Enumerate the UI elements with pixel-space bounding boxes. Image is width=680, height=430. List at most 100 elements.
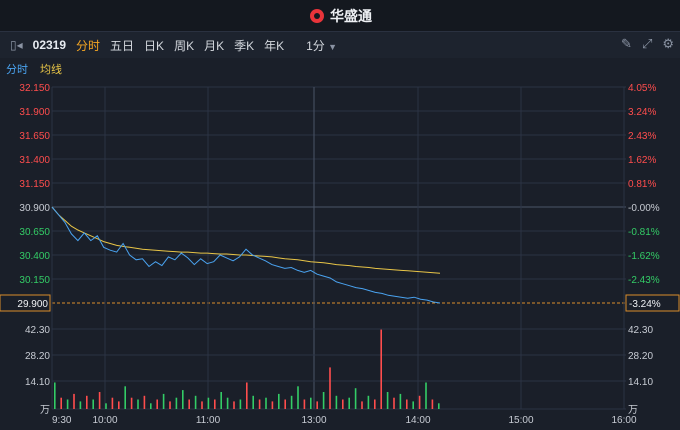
volume-bar — [380, 329, 382, 409]
volume-bar — [239, 399, 242, 409]
volume-tick-right: 万 — [628, 405, 638, 416]
volume-bar — [425, 382, 427, 409]
volume-bar — [150, 403, 152, 409]
tab-intraday[interactable]: 分时 — [76, 37, 100, 54]
volume-bar — [226, 397, 229, 409]
volume-bar — [143, 395, 146, 409]
volume-bars — [54, 329, 440, 409]
volume-bar — [220, 392, 222, 409]
volume-bar — [124, 386, 126, 409]
time-tick: 15:00 — [508, 415, 533, 426]
volume-bar — [367, 395, 370, 409]
volume-bar — [188, 399, 190, 409]
toolbar-actions: ✎ ⤢ ⚙ — [621, 36, 674, 52]
volume-bar — [418, 395, 421, 409]
volume-bar — [60, 397, 62, 409]
pen-icon[interactable]: ✎ — [621, 36, 632, 52]
tab-weekly-k[interactable]: 周K — [174, 37, 194, 54]
legend-bar: 分时 均线 — [0, 59, 680, 79]
tab-quarterly-k[interactable]: 季K — [234, 37, 254, 54]
pct-tick: -0.81% — [628, 227, 660, 238]
volume-bar — [54, 382, 56, 409]
volume-bar — [438, 403, 440, 409]
volume-bar — [348, 397, 350, 409]
volume-bar — [322, 392, 325, 409]
price-tick: 30.900 — [19, 203, 50, 214]
volume-bar — [290, 395, 293, 409]
price-tick: 31.400 — [19, 155, 50, 166]
time-tick: 10:00 — [92, 415, 117, 426]
volume-bar — [86, 395, 88, 409]
volume-bar — [271, 401, 274, 409]
volume-bar — [252, 395, 254, 409]
volume-bar — [79, 401, 82, 409]
volume-bar — [137, 399, 139, 409]
settings-icon[interactable]: ⚙ — [662, 36, 674, 52]
pct-tick: -1.62% — [628, 251, 660, 262]
time-tick: 16:00 — [611, 415, 636, 426]
interval-select[interactable]: 1分 ▼ — [306, 37, 337, 54]
interval-value: 1分 — [306, 38, 325, 53]
brand-logo-icon — [310, 8, 324, 23]
volume-bar — [162, 393, 165, 409]
time-tick: 9:30 — [52, 415, 72, 426]
volume-bar — [233, 401, 235, 409]
volume-bar — [284, 399, 286, 409]
price-tick: 30.650 — [19, 227, 50, 238]
current-pct-label: -3.24% — [629, 299, 661, 310]
volume-tick-right: 28.20 — [628, 351, 653, 362]
volume-bar — [98, 392, 101, 409]
time-tick: 13:00 — [301, 415, 326, 426]
tab-daily-k[interactable]: 日K — [144, 37, 164, 54]
volume-bar — [310, 397, 312, 409]
volume-bar — [399, 393, 402, 409]
volume-bar — [342, 399, 344, 409]
volume-bar — [66, 399, 69, 409]
volume-bar — [207, 397, 210, 409]
volume-tick-left: 42.30 — [25, 325, 50, 336]
volume-bar — [118, 401, 120, 409]
volume-bar — [354, 388, 357, 409]
chart-grid — [51, 86, 626, 410]
price-tick: 32.150 — [19, 83, 50, 94]
pct-tick: 0.81% — [628, 179, 656, 190]
legend-price-line[interactable]: 分时 — [6, 61, 28, 77]
pct-tick: -2.43% — [628, 275, 660, 286]
volume-bar — [182, 390, 184, 409]
price-tick: 31.650 — [19, 131, 50, 142]
intraday-chart: 32.150 4.05% 31.900 3.24% 31.650 2.43% 31.400 1… — [0, 83, 680, 426]
average-line — [51, 206, 441, 274]
volume-bar — [374, 399, 376, 409]
pct-tick: 2.43% — [628, 131, 656, 142]
pct-tick: 1.62% — [628, 155, 656, 166]
price-tick: 30.400 — [19, 251, 50, 262]
volume-bar — [246, 382, 248, 409]
volume-bar — [329, 367, 331, 409]
volume-bar — [92, 399, 94, 409]
volume-tick-right: 14.10 — [628, 377, 653, 388]
volume-bar — [156, 399, 158, 409]
collapse-icon[interactable]: ▯◂ — [10, 38, 23, 52]
legend-average-line[interactable]: 均线 — [40, 61, 62, 77]
pct-tick: 4.05% — [628, 83, 656, 94]
expand-icon[interactable]: ⤢ — [642, 36, 652, 52]
brand-name: 华盛通 — [330, 7, 372, 24]
volume-bar — [412, 401, 414, 409]
tab-monthly-k[interactable]: 月K — [204, 37, 224, 54]
time-tick: 11:00 — [196, 415, 221, 426]
volume-bar — [73, 393, 75, 409]
app-header: 华盛通 — [0, 0, 680, 32]
volume-bar — [406, 399, 408, 409]
chevron-down-icon: ▼ — [328, 41, 338, 52]
volume-bar — [169, 401, 171, 409]
stock-symbol: 02319 — [32, 38, 67, 52]
volume-bar — [335, 395, 338, 409]
tab-five-day[interactable]: 五日 — [110, 37, 134, 54]
volume-tick-right: 42.30 — [628, 325, 653, 336]
volume-tick-left: 万 — [40, 405, 50, 416]
current-price-label: 29.900 — [17, 299, 48, 310]
volume-bar — [105, 403, 107, 409]
volume-bar — [316, 401, 318, 409]
tab-yearly-k[interactable]: 年K — [264, 37, 284, 54]
volume-bar — [130, 397, 133, 409]
